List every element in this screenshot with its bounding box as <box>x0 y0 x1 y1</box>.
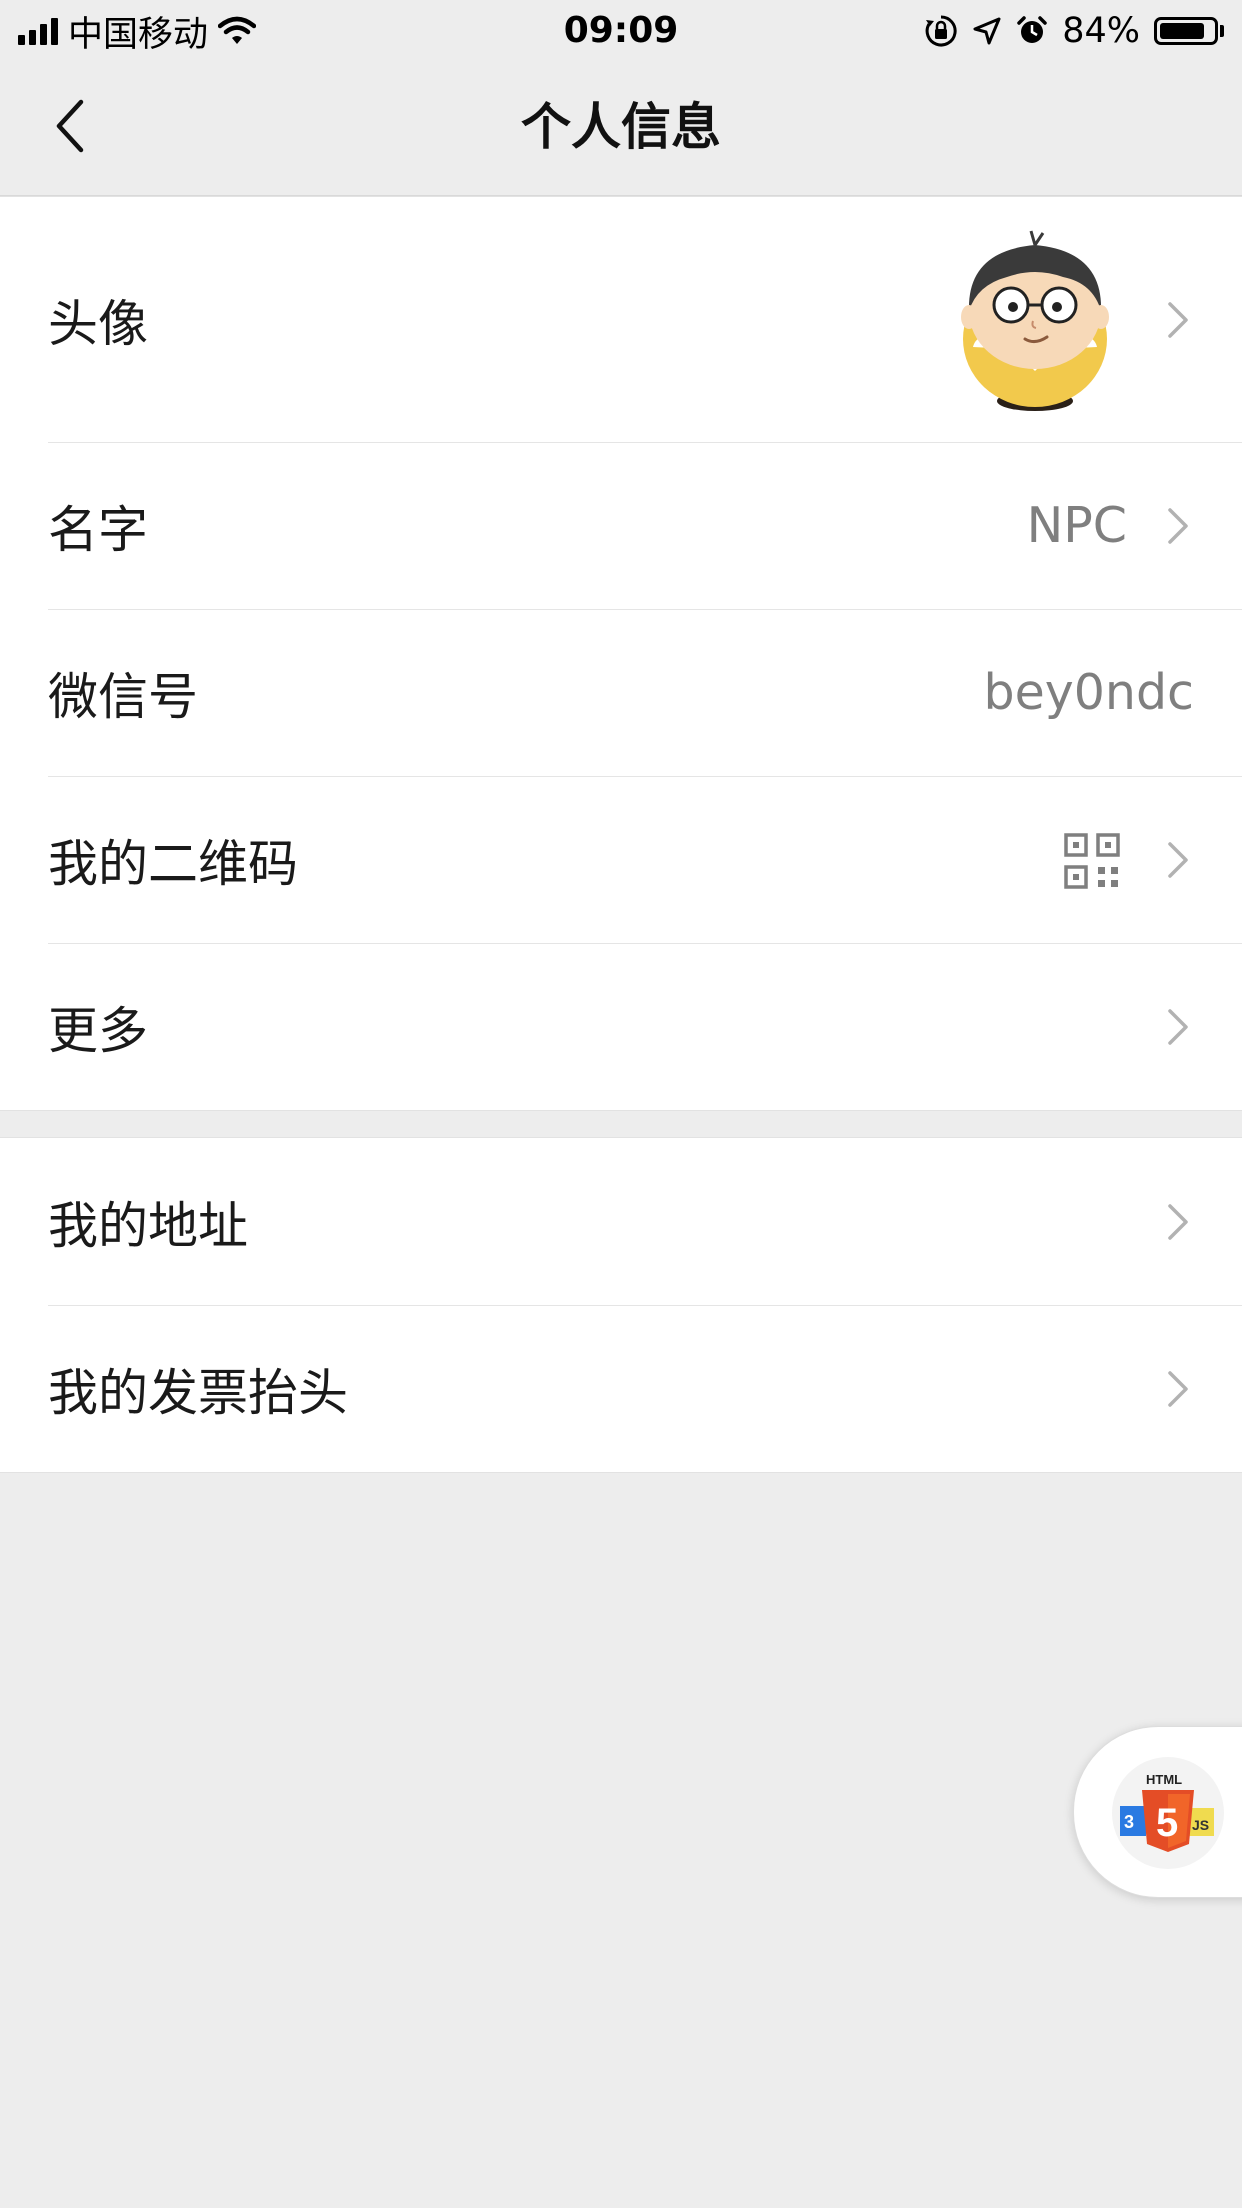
battery-icon <box>1154 17 1224 45</box>
cartoon-avatar-image <box>961 230 1109 411</box>
chevron-right-icon <box>1164 300 1192 340</box>
avatar-label: 头像 <box>48 294 148 353</box>
name-value: NPC <box>1026 497 1127 554</box>
more-label: 更多 <box>48 1001 148 1060</box>
name-label: 名字 <box>48 500 148 559</box>
qrcode-row[interactable]: 我的二维码 <box>0 776 1242 943</box>
svg-text:HTML: HTML <box>1146 1772 1182 1787</box>
chevron-right-icon <box>1164 506 1192 546</box>
alarm-icon <box>1017 16 1047 43</box>
svg-text:3: 3 <box>1124 1812 1134 1832</box>
invoice-title-row[interactable]: 我的发票抬头 <box>0 1305 1242 1472</box>
svg-text:JS: JS <box>1192 1817 1209 1833</box>
chevron-right-icon <box>1164 1202 1192 1242</box>
avatar-row[interactable]: 头像 <box>0 197 1242 442</box>
location-icon <box>973 17 1001 45</box>
status-bar-right: 84% <box>924 8 1224 54</box>
profile-group: 头像 名字 NPC 微信号 bey0ndc 我的二维码 更多 <box>0 196 1242 1111</box>
svg-text:5: 5 <box>1156 1801 1178 1845</box>
chevron-right-icon <box>1164 1369 1192 1409</box>
qrcode-icon <box>1064 833 1120 889</box>
avatar <box>943 229 1125 411</box>
status-bar: 中国移动 09:09 84% <box>0 0 1242 62</box>
extra-group: 我的地址 我的发票抬头 <box>0 1137 1242 1473</box>
battery-percent: 84% <box>1062 11 1140 51</box>
name-row[interactable]: 名字 NPC <box>0 442 1242 609</box>
html5-badge-icon: 3 JS 5 HTML <box>1112 1757 1224 1869</box>
navigation-bar: 个人信息 <box>0 62 1242 196</box>
chevron-right-icon <box>1164 1007 1192 1047</box>
chevron-right-icon <box>1164 840 1192 880</box>
address-row[interactable]: 我的地址 <box>0 1138 1242 1305</box>
wechat-id-value: bey0ndc <box>983 664 1194 721</box>
wechat-id-label: 微信号 <box>48 667 198 726</box>
invoice-title-label: 我的发票抬头 <box>48 1363 348 1422</box>
page-title: 个人信息 <box>521 98 721 156</box>
orientation-lock-icon <box>925 15 957 47</box>
floating-html5-button[interactable]: 3 JS 5 HTML <box>1073 1726 1242 1898</box>
qrcode-label: 我的二维码 <box>48 834 298 893</box>
wechat-id-row: 微信号 bey0ndc <box>0 609 1242 776</box>
address-label: 我的地址 <box>48 1196 248 1255</box>
more-row[interactable]: 更多 <box>0 943 1242 1110</box>
